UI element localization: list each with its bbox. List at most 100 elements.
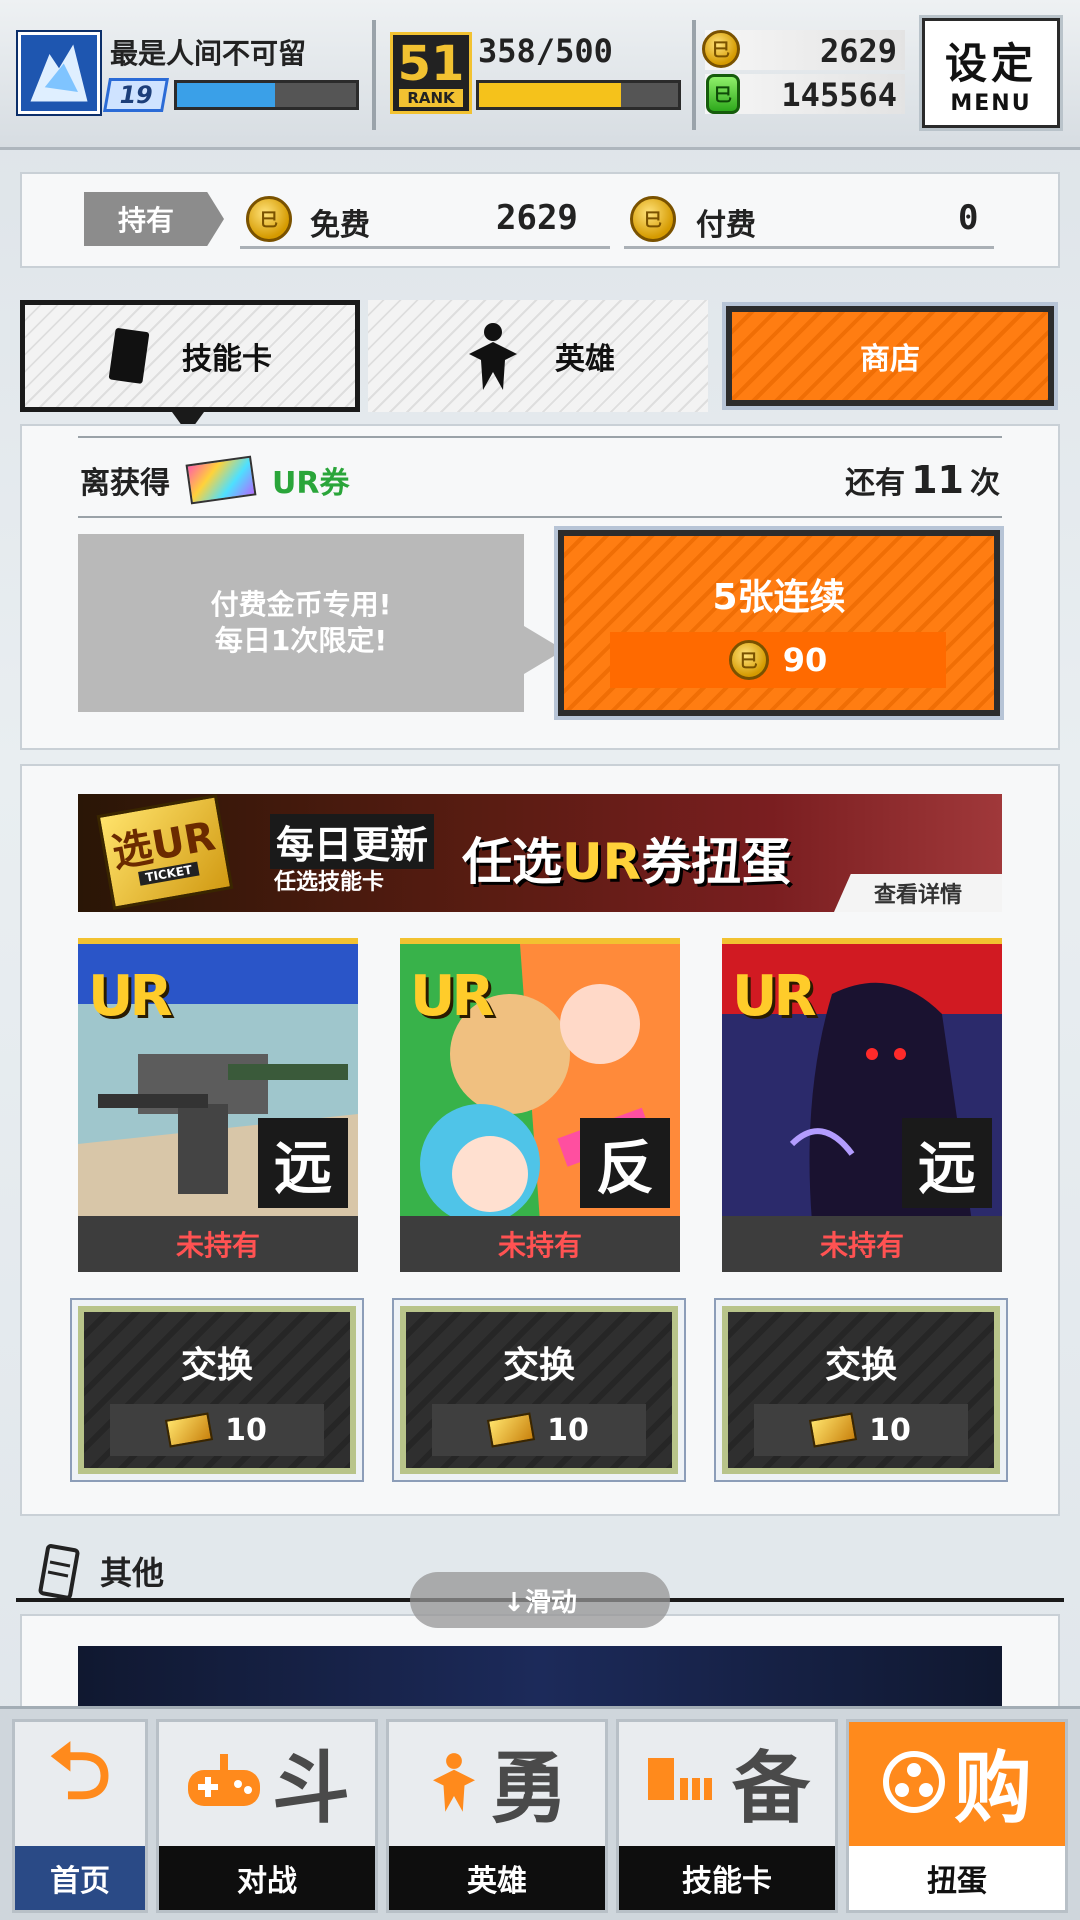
exchange-cost: 10 (110, 1404, 324, 1456)
ur-card-2[interactable]: UR 反 未持有 (400, 938, 680, 1272)
card-deck-icon (647, 1758, 712, 1800)
free-underline (240, 246, 610, 249)
card-type: 远 (258, 1118, 348, 1208)
battle-glyph: 斗 (271, 1744, 350, 1834)
scroll-hint: ↓滑动 (410, 1572, 670, 1628)
divider (78, 436, 1002, 438)
paid-coin-icon: 巳 (630, 196, 676, 242)
menu-kanji: 设定 (944, 39, 1037, 88)
free-coin-icon: 巳 (246, 196, 292, 242)
five-pull-cost: 巳 90 (610, 632, 946, 688)
hero-glyph: 勇 (489, 1744, 568, 1834)
nav-home-label: 首页 (15, 1846, 145, 1910)
hero-icon (469, 323, 517, 390)
nav-home[interactable]: ⮌ 首页 (12, 1719, 148, 1913)
nav-skill-card[interactable]: 备 技能卡 (616, 1719, 838, 1913)
player-name: 最是人间不可留 (110, 37, 307, 70)
card-status: 未持有 (722, 1216, 1002, 1272)
nav-battle-label: 对战 (159, 1846, 375, 1910)
gem-value: 145564 (781, 76, 897, 114)
ur-ticket-icon (185, 455, 257, 505)
free-value: 2629 (496, 198, 578, 238)
exchange-cost-value: 10 (869, 1412, 911, 1448)
nav-battle[interactable]: 斗 对战 (156, 1719, 378, 1913)
ur-card-3[interactable]: UR 远 未持有 (722, 938, 1002, 1272)
stamina-bar (476, 80, 681, 110)
top-status-bar: 最是人间不可留 19 51 RANK 358/500 2629 巳 145564… (0, 0, 1080, 150)
paid-label: 付费 (696, 208, 756, 243)
nav-gacha-label: 扭蛋 (849, 1846, 1065, 1910)
player-level-badge: 19 (103, 78, 169, 112)
coin-icon: 巳 (702, 30, 740, 68)
other-section-title: 其他 (100, 1554, 165, 1592)
ur-ticket-icon (809, 1412, 858, 1448)
divider (78, 516, 1002, 518)
nav-gacha[interactable]: 购 扭蛋 (846, 1719, 1068, 1913)
banner-details-link[interactable]: 查看详情 (834, 874, 1002, 912)
divider (372, 20, 376, 130)
ur-ticket-banner[interactable]: 选UR TICKET 每日更新 任选技能卡 任选UR券扭蛋 查看详情 (78, 794, 1002, 912)
exchange-button-face: 交换 10 (400, 1306, 678, 1474)
paid-value: 0 (958, 198, 979, 238)
settings-menu-button[interactable]: 设定 MENU (922, 18, 1060, 128)
rank-badge: 51 RANK (390, 32, 472, 114)
card-type: 远 (902, 1118, 992, 1208)
exchange-label: 交换 (180, 1345, 253, 1386)
banner-title-suffix: 券扭蛋 (641, 833, 792, 891)
tab-hero[interactable]: 英雄 (368, 300, 708, 412)
card-icon (108, 328, 150, 384)
exchange-cost-value: 10 (225, 1412, 267, 1448)
card-rarity: UR (88, 964, 173, 1029)
other-banner[interactable] (78, 1646, 1002, 1706)
tab-skill-card[interactable]: 技能卡 (20, 300, 360, 412)
paid-only-notice: 付费金币专用! 每日1次限定! (78, 534, 524, 712)
paid-underline (624, 246, 994, 249)
nav-hero-label: 英雄 (389, 1846, 605, 1910)
player-avatar[interactable] (18, 32, 100, 114)
tab-shop-label: 商店 (860, 342, 920, 377)
ur-remaining-suffix: 次 (970, 466, 1000, 501)
stamina-value: 358/500 (478, 32, 613, 70)
card-type: 反 (580, 1118, 670, 1208)
notice-line-2: 每日1次限定! (214, 624, 388, 657)
card-rarity: UR (410, 964, 495, 1029)
notice-line-1: 付费金币专用! (210, 588, 392, 621)
tab-skill-card-label: 技能卡 (182, 342, 272, 377)
ur-ticket-icon (165, 1412, 214, 1448)
ur-ticket-label: UR券 (272, 466, 350, 501)
coin-icon: 巳 (728, 640, 769, 680)
card-rarity: UR (732, 964, 817, 1029)
exchange-button-face: 交换 10 (722, 1306, 1000, 1474)
exchange-label: 交换 (502, 1345, 575, 1386)
banner-daily-sub: 任选技能卡 (274, 870, 385, 895)
divider (692, 20, 696, 130)
banner-title: 任选UR券扭蛋 (462, 822, 791, 894)
ur-remaining-prefix: 还有 (845, 466, 906, 501)
other-card-icon (38, 1544, 80, 1600)
bottom-navigation: ⮌ 首页 斗 对战 勇 英雄 备 技能卡 购 扭蛋 (0, 1706, 1080, 1920)
ur-progress-row: 离获得 UR券 (80, 455, 350, 505)
ur-remaining-count: 11 (911, 458, 964, 502)
skill-card-glyph: 备 (731, 1744, 810, 1834)
holdings-tag: 持有 (84, 192, 224, 246)
banner-title-prefix: 任选 (462, 833, 562, 891)
ur-remaining: 还有 11 次 (845, 458, 1000, 502)
exchange-label: 交换 (824, 1345, 897, 1386)
gamepad-icon (187, 1754, 260, 1806)
nav-hero[interactable]: 勇 英雄 (386, 1719, 608, 1913)
free-label: 免费 (310, 208, 370, 243)
card-status: 未持有 (400, 1216, 680, 1272)
exchange-button-2[interactable]: 交换 10 (392, 1298, 686, 1482)
rank-label: RANK (399, 89, 463, 107)
tab-shop[interactable]: 商店 (726, 306, 1054, 406)
ur-progress-prefix: 离获得 (80, 466, 170, 501)
ur-card-1[interactable]: UR 远 未持有 (78, 938, 358, 1272)
exchange-button-1[interactable]: 交换 10 (70, 1298, 364, 1482)
exchange-button-3[interactable]: 交换 10 (714, 1298, 1008, 1482)
rank-number: 51 (397, 36, 465, 92)
five-pull-button[interactable]: 5张连续 巳 90 (558, 530, 1000, 716)
exchange-cost-value: 10 (547, 1412, 589, 1448)
exchange-cost: 10 (754, 1404, 968, 1456)
avatar-art-icon (21, 35, 97, 111)
return-icon: ⮌ (48, 1727, 112, 1817)
